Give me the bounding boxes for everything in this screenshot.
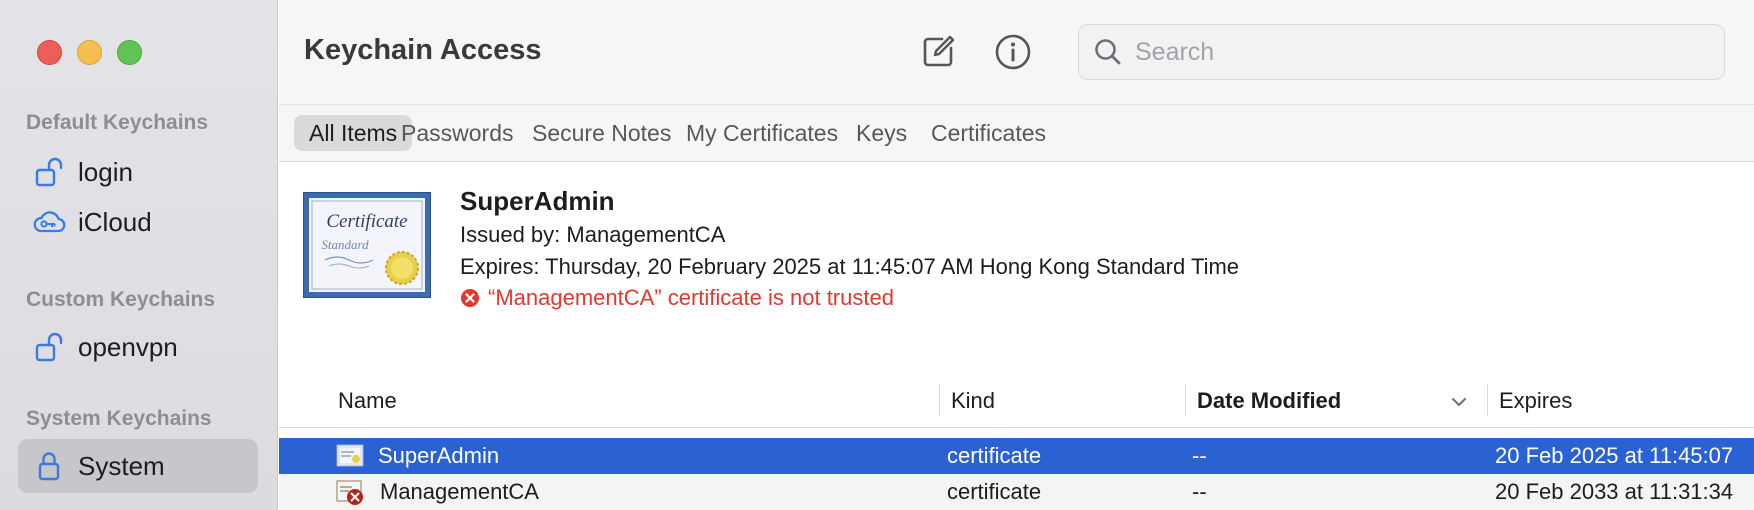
sidebar-item-openvpn[interactable]: openvpn bbox=[18, 320, 258, 374]
sidebar-item-login[interactable]: login bbox=[18, 145, 258, 199]
info-icon[interactable] bbox=[991, 30, 1035, 74]
column-divider[interactable] bbox=[1185, 384, 1186, 416]
detail-expires: Expires: Thursday, 20 February 2025 at 1… bbox=[460, 254, 1240, 279]
sidebar-item-label: System bbox=[78, 450, 165, 481]
compose-icon[interactable] bbox=[916, 30, 960, 74]
chevron-down-icon[interactable] bbox=[1451, 397, 1467, 407]
minimize-window-button[interactable] bbox=[77, 40, 102, 65]
search-field[interactable] bbox=[1078, 24, 1725, 80]
sidebar-item-system[interactable]: System bbox=[18, 439, 258, 493]
trust-warning-text: “ManagementCA” certificate is not truste… bbox=[488, 285, 894, 310]
svg-text:Standard: Standard bbox=[321, 237, 369, 252]
unlocked-padlock-icon bbox=[32, 155, 66, 189]
category-tabs: All Items Passwords Secure Notes My Cert… bbox=[279, 104, 1754, 162]
item-detail: Certificate Standard SuperAdmin Issued b… bbox=[279, 162, 1754, 372]
icloud-key-icon bbox=[32, 205, 66, 239]
table-row[interactable]: SuperAdmin certificate -- 20 Feb 2025 at… bbox=[279, 438, 1754, 474]
column-header-name[interactable]: Name bbox=[338, 388, 397, 414]
sidebar-header-system-keychains: System Keychains bbox=[26, 407, 212, 430]
sidebar-item-label: login bbox=[78, 156, 133, 187]
cell-name: SuperAdmin bbox=[378, 443, 500, 468]
tab-certificates[interactable]: Certificates bbox=[916, 115, 1061, 151]
column-header-expires[interactable]: Expires bbox=[1499, 388, 1572, 414]
sidebar-header-default-keychains: Default Keychains bbox=[26, 111, 209, 134]
tab-my-certificates[interactable]: My Certificates bbox=[671, 115, 853, 151]
error-icon bbox=[461, 289, 479, 307]
window-title: Keychain Access bbox=[304, 34, 542, 66]
cell-expires: 20 Feb 2033 at 11:31:34 bbox=[1495, 479, 1734, 504]
search-icon bbox=[1095, 39, 1121, 65]
close-window-button[interactable] bbox=[37, 40, 62, 65]
sidebar-item-label: iCloud bbox=[78, 206, 152, 237]
svg-text:Certificate: Certificate bbox=[326, 211, 407, 232]
locked-padlock-icon bbox=[32, 449, 66, 483]
sidebar-item-icloud[interactable]: iCloud bbox=[18, 195, 258, 249]
cell-kind: certificate bbox=[947, 443, 1042, 468]
trust-warning: “ManagementCA” certificate is not truste… bbox=[460, 285, 894, 311]
sidebar: Default Keychains login iCloud Custom Ke… bbox=[0, 0, 278, 510]
cell-name: ManagementCA bbox=[380, 479, 539, 504]
certificate-icon: Certificate Standard bbox=[303, 192, 431, 298]
sidebar-item-label: openvpn bbox=[78, 331, 178, 362]
search-input[interactable] bbox=[1135, 37, 1695, 67]
unlocked-padlock-icon bbox=[32, 330, 66, 364]
cell-expires: 20 Feb 2025 at 11:45:07 bbox=[1495, 443, 1734, 468]
table-header: Name Kind Date Modified Expires bbox=[279, 372, 1754, 428]
zoom-window-button[interactable] bbox=[117, 40, 142, 65]
tab-passwords[interactable]: Passwords bbox=[386, 115, 528, 151]
column-header-kind[interactable]: Kind bbox=[951, 388, 995, 414]
cell-date-modified: -- bbox=[1192, 479, 1207, 504]
toolbar: Keychain Access bbox=[279, 0, 1754, 104]
column-divider[interactable] bbox=[939, 384, 940, 416]
column-divider[interactable] bbox=[1487, 384, 1488, 416]
untrusted-certificate-icon bbox=[336, 480, 363, 505]
detail-issued-by: Issued by: ManagementCA bbox=[460, 222, 726, 247]
sidebar-header-custom-keychains: Custom Keychains bbox=[26, 288, 216, 311]
detail-name: SuperAdmin bbox=[460, 186, 615, 216]
table-row[interactable]: ManagementCA certificate -- 20 Feb 2033 … bbox=[279, 474, 1754, 510]
column-header-date-modified[interactable]: Date Modified bbox=[1197, 388, 1341, 414]
cell-date-modified: -- bbox=[1192, 443, 1207, 468]
cell-kind: certificate bbox=[947, 479, 1042, 504]
tab-secure-notes[interactable]: Secure Notes bbox=[517, 115, 686, 151]
certificate-icon bbox=[336, 444, 364, 467]
main-pane: Keychain Access All Items Passwords Secu… bbox=[279, 0, 1754, 510]
tab-keys[interactable]: Keys bbox=[841, 115, 922, 151]
